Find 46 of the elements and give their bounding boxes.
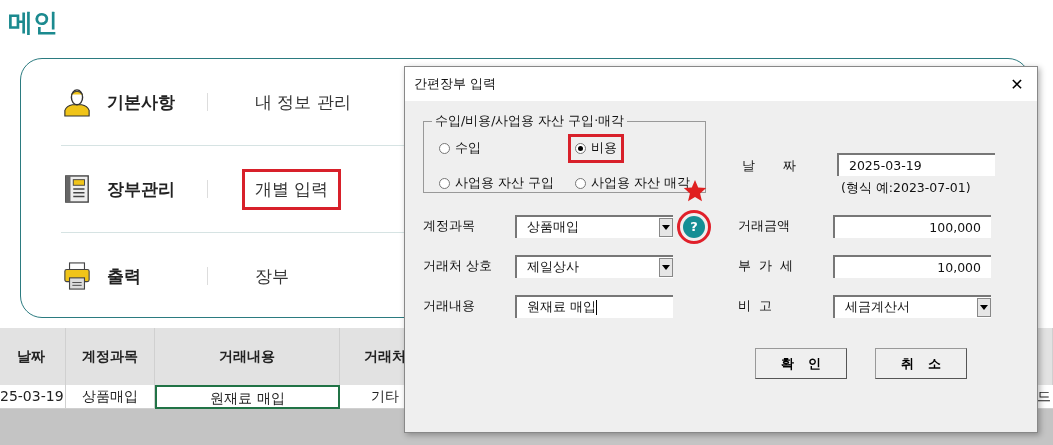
close-button[interactable]: ✕ (997, 67, 1037, 101)
dropdown-field[interactable]: 상품매입 (515, 215, 673, 238)
radio-option[interactable]: 사업용 자산 구입 (432, 169, 561, 198)
radio-button[interactable] (575, 143, 586, 154)
amount-field[interactable]: 10,000 (833, 255, 991, 278)
column-header: 거래내용 (155, 328, 340, 385)
format-hint: (형식 예:2023-07-01) (839, 180, 972, 197)
page-title: 메인 (8, 7, 58, 39)
menu-category: 장부관리 (107, 177, 176, 201)
dropdown-field[interactable]: 세금계산서 (833, 295, 991, 318)
menu-item[interactable]: 내 정보 관리 (242, 81, 364, 123)
radio-button[interactable] (439, 143, 450, 154)
cancel-button[interactable]: 취 소 (875, 348, 967, 379)
confirm-button[interactable]: 확 인 (755, 348, 847, 379)
field-label: 거래처 상호 (423, 258, 493, 275)
radio-option[interactable]: 사업용 자산 매각 (568, 169, 697, 198)
column-header: 날짜 (0, 328, 66, 385)
menu-item[interactable]: 개별 입력 (242, 168, 342, 210)
menu-category: 출력 (107, 264, 142, 288)
dialog-title: 간편장부 입력 (414, 75, 496, 93)
dropdown-arrow-icon (662, 225, 670, 230)
dropdown-arrow-icon (980, 305, 988, 310)
help-button[interactable]: ? (683, 215, 705, 238)
printer-icon (63, 261, 91, 291)
text-field[interactable]: 원재료 매입 (515, 295, 673, 318)
menu-item[interactable]: 장부 (242, 255, 302, 297)
radio-option[interactable]: 수입 (432, 134, 488, 163)
radio-button[interactable] (439, 178, 450, 189)
group-title: 수입/비용/사업용 자산 구입·매각 (434, 113, 626, 130)
field-label: 날 짜 (741, 157, 797, 175)
amount-field[interactable]: 100,000 (833, 215, 991, 238)
notebook-icon (63, 174, 91, 204)
field-label: 부 가 세 (738, 258, 794, 275)
column-header: 계정과목 (66, 328, 155, 385)
dropdown-field[interactable]: 제일상사 (515, 255, 673, 278)
field-label: 계정과목 (423, 218, 476, 235)
dropdown-arrow-icon (662, 265, 670, 270)
radio-option[interactable]: 비용 (568, 134, 624, 163)
radio-button[interactable] (575, 178, 586, 189)
menu-category: 기본사항 (107, 90, 176, 114)
field-label: 거래금액 (738, 218, 791, 235)
field-label: 비 고 (738, 298, 773, 315)
person-icon (63, 87, 91, 117)
field-label: 거래내용 (423, 298, 476, 315)
date-field[interactable]: 2025-03-19 (836, 153, 995, 176)
table-cell: 원재료 매입 (155, 385, 340, 409)
